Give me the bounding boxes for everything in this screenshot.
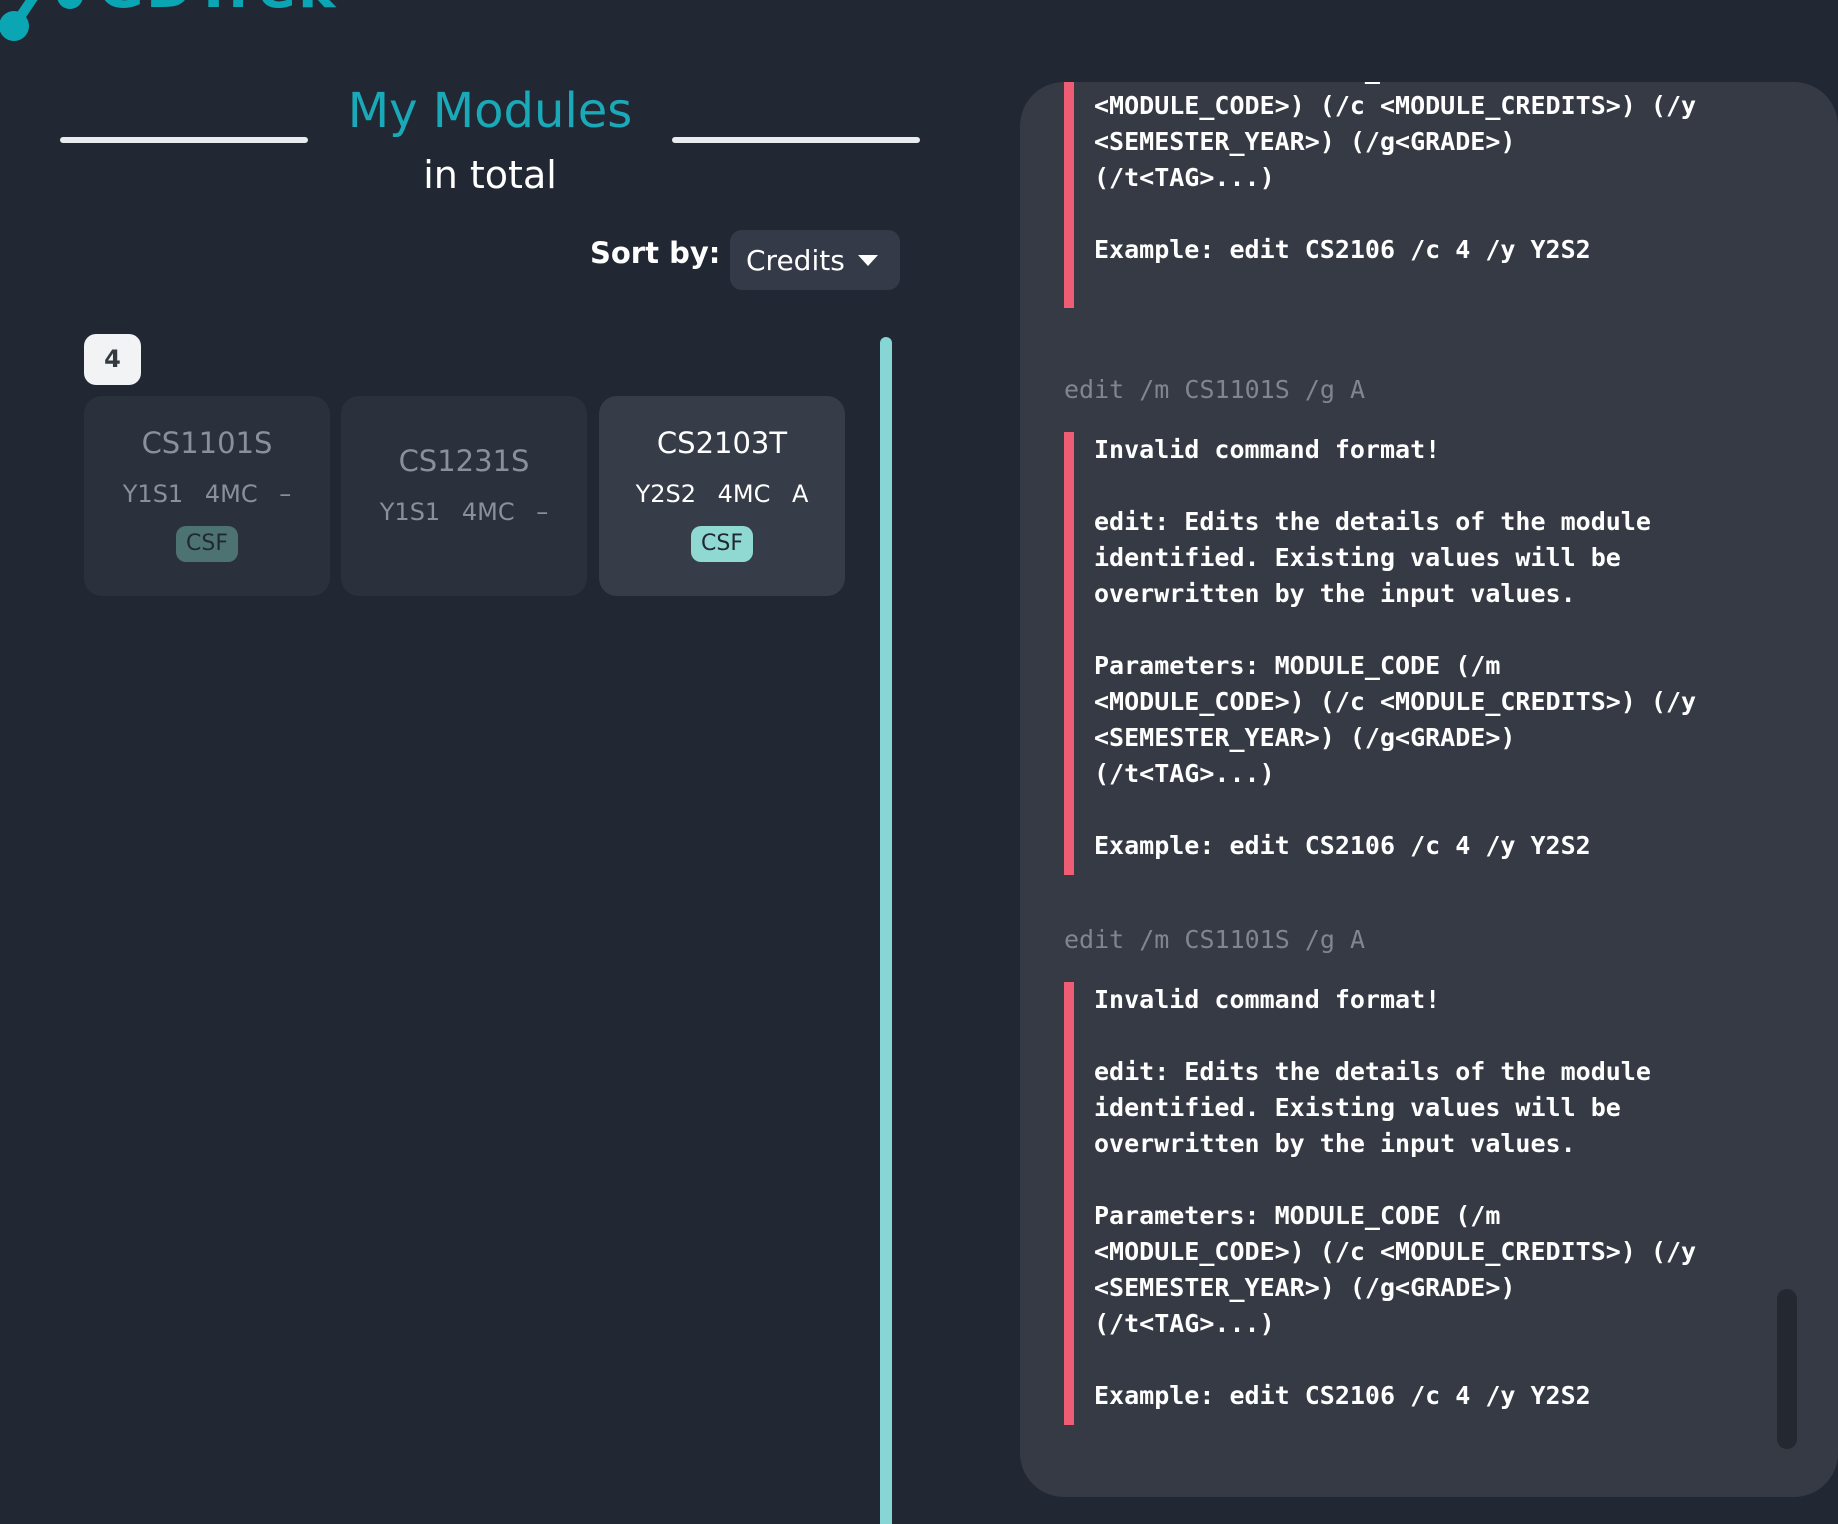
group-count-badge: 4 <box>84 334 141 385</box>
command-log-panel[interactable]: Parameters: MODULE_CODE (/m <MODULE_CODE… <box>1020 82 1838 1497</box>
module-code: CS1231S <box>398 444 530 478</box>
result-text: Invalid command format! edit: Edits the … <box>1094 985 1697 1410</box>
page-subtitle: in total <box>423 153 557 197</box>
modules-header: My Modules in total <box>60 80 920 200</box>
module-card[interactable]: CS1231S Y1S1 4MC – <box>341 396 587 596</box>
module-grade: A <box>792 480 809 508</box>
panel-divider <box>880 337 892 1524</box>
module-meta: Y1S1 4MC – <box>84 480 330 508</box>
sort-selected-value: Credits <box>746 243 845 277</box>
module-semester: Y1S1 <box>122 480 184 508</box>
module-credits: 4MC <box>717 480 771 508</box>
module-credits: 4MC <box>461 498 515 526</box>
app-logo-text: GDTrek <box>98 0 337 21</box>
result-message: Parameters: MODULE_CODE (/m <MODULE_CODE… <box>1064 82 1804 308</box>
module-card[interactable]: CS2103T Y2S2 4MC A CSF <box>599 396 845 596</box>
module-tag: CSF <box>176 526 238 562</box>
caret-down-icon <box>858 255 878 266</box>
module-meta: Y1S1 4MC – <box>341 498 587 526</box>
module-meta: Y2S2 4MC A <box>599 480 845 508</box>
module-code: CS2103T <box>656 426 788 460</box>
result-text: Invalid command format! edit: Edits the … <box>1094 435 1697 860</box>
module-credits: 4MC <box>204 480 258 508</box>
result-message: Invalid command format! edit: Edits the … <box>1064 432 1804 875</box>
page-title: My Modules <box>347 83 633 139</box>
module-semester: Y2S2 <box>635 480 696 508</box>
result-message: Invalid command format! edit: Edits the … <box>1064 982 1804 1425</box>
sort-label: Sort by: <box>590 236 721 270</box>
module-grade: – <box>536 498 549 526</box>
module-card[interactable]: CS1101S Y1S1 4MC – CSF <box>84 396 330 596</box>
sort-dropdown[interactable]: Credits <box>730 230 900 290</box>
log-scrollbar[interactable] <box>1777 1289 1797 1449</box>
command-history-item: edit /m CS1101S /g A <box>1064 925 1366 954</box>
command-history-item: edit /m CS1101S /g A <box>1064 375 1366 404</box>
module-tag: CSF <box>691 526 753 562</box>
result-text: Parameters: MODULE_CODE (/m <MODULE_CODE… <box>1094 82 1697 264</box>
module-semester: Y1S1 <box>379 498 441 526</box>
module-code: CS1101S <box>141 426 273 460</box>
module-grade: – <box>279 480 292 508</box>
